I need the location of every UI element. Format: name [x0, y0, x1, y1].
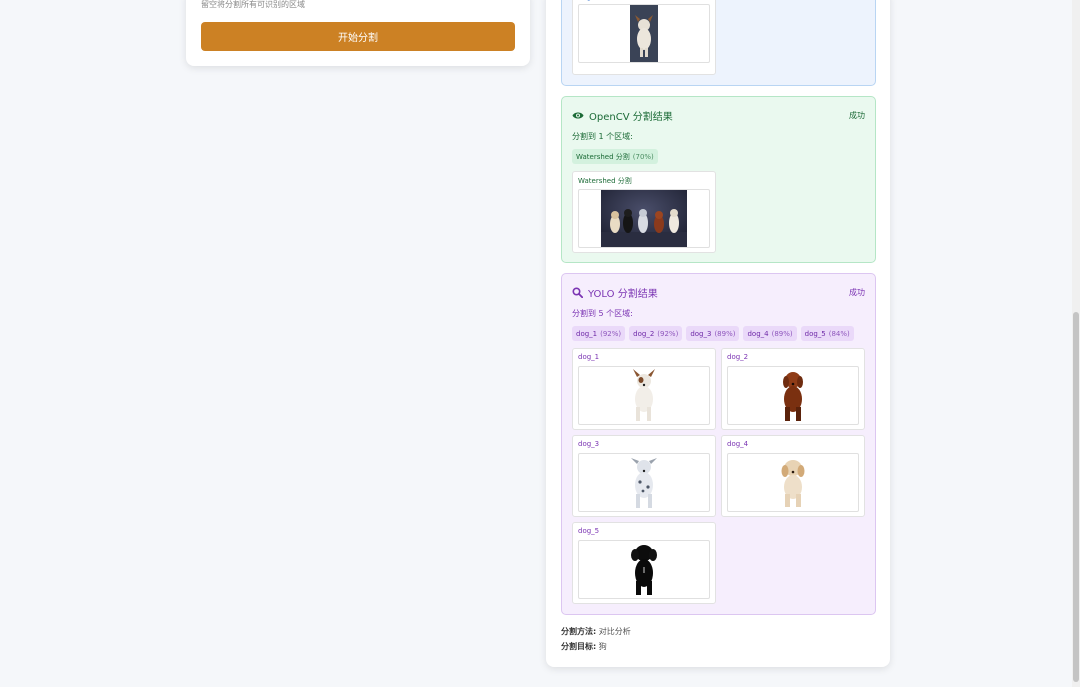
tile-label: Watershed 分割	[578, 177, 632, 185]
result-tile: dog_4	[721, 435, 865, 517]
tag-confidence: (92%)	[657, 329, 679, 338]
eye-icon	[572, 112, 584, 119]
tile-image-frame	[578, 366, 710, 425]
tile-label: dog_2	[727, 353, 749, 361]
result-tile: dog_3	[572, 435, 716, 517]
method-value: 对比分析	[598, 627, 631, 636]
tag-name: dog_4	[747, 329, 769, 338]
start-segmentation-button[interactable]: 开始分割	[201, 22, 515, 51]
tile-image-frame	[727, 366, 859, 425]
tile-image-frame	[578, 189, 710, 248]
region-tag: dog_4 (89%)	[743, 326, 797, 341]
dog3-image	[631, 457, 657, 508]
tag-confidence: (70%)	[632, 152, 654, 161]
tile-label: dog_1	[578, 353, 600, 361]
result-tile: Watershed 分割	[572, 171, 716, 253]
target-hint: 留空将分割所有可识别的区域	[201, 0, 305, 9]
yolo-title: YOLO 分割结果	[588, 289, 658, 300]
segmentation-method: 分割方法: 对比分析	[561, 626, 631, 637]
tile-image-frame	[578, 540, 710, 599]
tile-label: dog_3	[578, 440, 600, 448]
result-tile: dog_5	[572, 522, 716, 604]
opencv-tags: Watershed 分割 (70%)	[572, 149, 658, 164]
dog4-image	[781, 459, 805, 507]
tag-confidence: (89%)	[771, 329, 793, 338]
tag-confidence: (92%)	[600, 329, 622, 338]
result-tile: dog5	[572, 0, 716, 75]
target-label: 分割目标:	[561, 642, 597, 651]
tile-image-frame	[578, 453, 710, 512]
opencv-region-count: 分割到 1 个区域:	[572, 132, 633, 141]
tile-image-frame	[727, 453, 859, 512]
segmentation-form-card: 留空将分割所有可识别的区域 开始分割	[186, 0, 530, 66]
result-tile: dog_2	[721, 348, 865, 430]
region-tag: dog_1 (92%)	[572, 326, 626, 341]
region-tag: Watershed 分割 (70%)	[572, 149, 658, 164]
result-tile: dog_1	[572, 348, 716, 430]
yolo-status: 成功	[849, 288, 865, 297]
region-tag: dog_3 (89%)	[686, 326, 740, 341]
previous-result-section: dog5	[561, 0, 876, 86]
tag-confidence: (84%)	[828, 329, 850, 338]
dog5-image	[631, 544, 657, 595]
search-icon	[572, 287, 583, 298]
segmentation-target: 分割目标: 狗	[561, 641, 607, 652]
tag-name: Watershed 分割	[576, 152, 630, 161]
tag-name: dog_1	[576, 329, 598, 338]
watershed-image	[601, 190, 687, 247]
tag-name: dog_3	[690, 329, 712, 338]
tag-name: dog_2	[633, 329, 655, 338]
tag-name: dog_5	[804, 329, 826, 338]
tile-label: dog_4	[727, 440, 749, 448]
tile-label: dog5	[578, 0, 596, 1]
opencv-title: OpenCV 分割结果	[589, 112, 673, 123]
dog1-image	[633, 368, 655, 421]
region-tag: dog_2 (92%)	[629, 326, 683, 341]
opencv-header: OpenCV 分割结果	[572, 108, 673, 123]
page-scrollbar-track[interactable]	[1072, 0, 1080, 687]
tile-image-frame	[578, 4, 710, 63]
yolo-region-count: 分割到 5 个区域:	[572, 309, 633, 318]
tag-confidence: (89%)	[714, 329, 736, 338]
tile-label: dog_5	[578, 527, 600, 535]
opencv-status: 成功	[849, 111, 865, 120]
method-label: 分割方法:	[561, 627, 597, 636]
yolo-result-section: YOLO 分割结果 成功 分割到 5 个区域: dog_1 (92%) dog_2…	[561, 273, 876, 615]
yolo-tags: dog_1 (92%) dog_2 (92%) dog_3 (89%) dog_4 (8…	[572, 326, 854, 341]
yolo-header: YOLO 分割结果	[572, 285, 658, 300]
dog2-image	[783, 371, 803, 421]
opencv-result-section: OpenCV 分割结果 成功 分割到 1 个区域: Watershed 分割 (…	[561, 96, 876, 263]
region-tag: dog_5 (84%)	[800, 326, 854, 341]
results-card: dog5 OpenCV 分割结果 成功 分割	[546, 0, 890, 667]
page-scrollbar-thumb[interactable]	[1073, 312, 1079, 682]
dog5-image	[630, 5, 658, 62]
target-value: 狗	[598, 642, 607, 651]
